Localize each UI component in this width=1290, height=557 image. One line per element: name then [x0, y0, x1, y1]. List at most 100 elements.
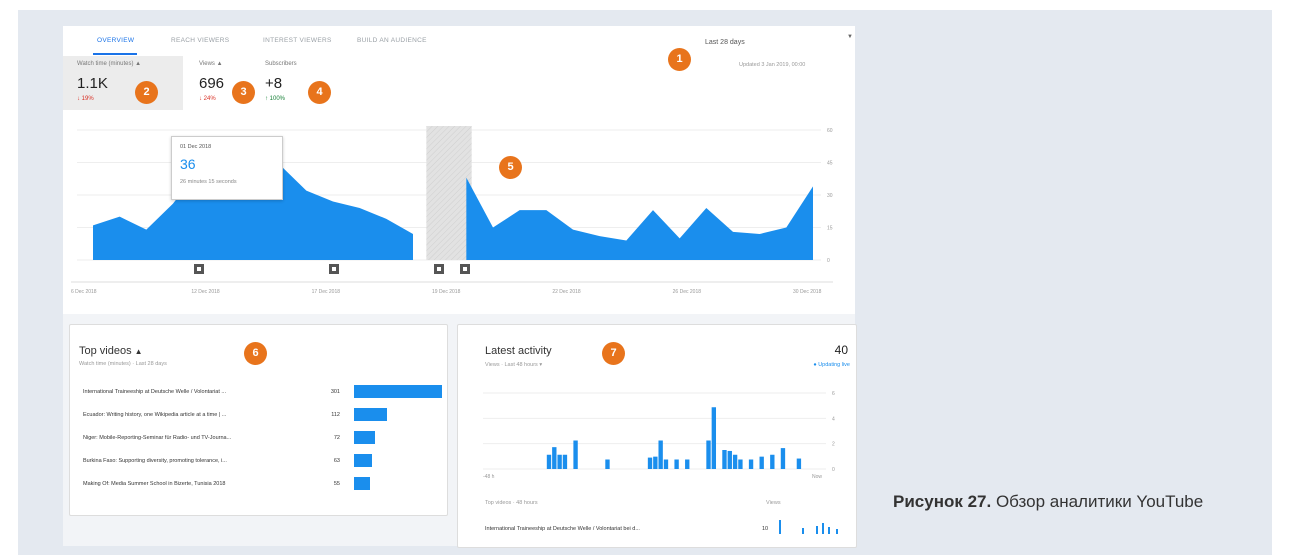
top-videos-subtitle: Watch time (minutes) · Last 28 days [79, 361, 167, 367]
top-video-title[interactable]: Burkina Faso: Supporting diversity, prom… [83, 458, 313, 464]
top-videos-title: Top videos ▲ [79, 345, 143, 357]
x-tick-label: Now [812, 474, 822, 480]
top-video-value: 55 [333, 481, 340, 487]
chevron-down-icon[interactable]: ▼ [847, 34, 853, 40]
metric-label: Watch time (minutes) ▲ [77, 61, 142, 67]
top-video-title[interactable]: International Traineeship at Deutsche We… [83, 389, 313, 395]
metric-value: 696 [199, 75, 225, 92]
video-marker-glyph [332, 267, 336, 271]
latest-activity-title: Latest activity [485, 345, 552, 357]
date-range-selector[interactable]: Last 28 days [705, 39, 745, 46]
activity-bar [658, 440, 663, 469]
activity-row-title[interactable]: International Traineeship at Deutsche We… [485, 526, 745, 532]
y-tick-label: 4 [832, 416, 835, 422]
top-video-value: 112 [331, 412, 340, 418]
annotation-badge-3: 3 [232, 81, 255, 104]
top-video-bar [354, 477, 371, 490]
activity-sparkline [779, 520, 838, 534]
x-tick-label: 26 Dec 2018 [673, 289, 702, 295]
x-tick-label: 30 Dec 2018 [793, 289, 822, 295]
activity-bar [770, 454, 775, 469]
activity-bar-chart: 6 4 2 0 -48 h Now [483, 391, 835, 480]
metric-delta: ↑ 100% [265, 96, 286, 102]
x-tick-label: 17 Dec 2018 [312, 289, 341, 295]
series-area [466, 177, 813, 260]
activity-bar [647, 457, 653, 469]
top-video-value: 72 [333, 435, 340, 441]
top-video-bar [354, 385, 442, 398]
annotation-badge-4: 4 [308, 81, 331, 104]
metric-subscribers[interactable]: Subscribers +8 ↑ 100% [251, 56, 321, 110]
activity-bar [711, 407, 717, 469]
activity-row-value: 10 [762, 526, 769, 532]
activity-bar [780, 448, 786, 469]
activity-views-header: Views [766, 500, 781, 506]
tab-interest-viewers[interactable]: INTEREST VIEWERS [263, 37, 332, 44]
activity-table-header: Top videos · 48 hours [485, 500, 538, 506]
activity-bar [732, 454, 738, 469]
top-video-bar [354, 454, 373, 467]
metric-value: 1.1K [77, 75, 108, 92]
metric-watch-time[interactable]: Watch time (minutes) ▲ 1.1K ↓ 19% [63, 56, 183, 110]
tab-bar: OVERVIEW REACH VIEWERS INTEREST VIEWERS … [63, 26, 855, 57]
x-tick-label: 12 Dec 2018 [191, 289, 220, 295]
tooltip-value: 36 [180, 156, 196, 172]
activity-metric-dropdown[interactable]: Views · Last 48 hours ▾ [485, 362, 542, 368]
metric-delta: ↓ 19% [77, 96, 94, 102]
activity-bar [759, 456, 764, 469]
top-video-title[interactable]: Niger: Mobile-Reporting-Seminar für Radi… [83, 435, 313, 441]
tab-reach-viewers[interactable]: REACH VIEWERS [171, 37, 229, 44]
tab-overview[interactable]: OVERVIEW [97, 37, 134, 44]
activity-bar [562, 454, 568, 469]
activity-bar [796, 458, 802, 469]
y-tick-label: 30 [827, 193, 833, 199]
activity-bar [546, 454, 552, 469]
y-tick-label: 15 [827, 226, 833, 232]
activity-bar [557, 454, 562, 469]
tooltip-detail: 26 minutes 15 seconds [180, 179, 237, 185]
activity-bar [727, 450, 732, 469]
metric-label: Views ▲ [199, 61, 223, 67]
y-tick-label: 60 [827, 128, 833, 134]
y-tick-label: 0 [832, 467, 835, 473]
video-marker-glyph [437, 267, 441, 271]
top-video-title[interactable]: Ecuador: Writing history, one Wikipedia … [83, 412, 313, 418]
annotation-badge-2: 2 [135, 81, 158, 104]
top-video-bar [354, 408, 387, 421]
caption-text: Обзор аналитики YouTube [991, 492, 1204, 511]
tab-build-audience[interactable]: BUILD AN AUDIENCE [357, 37, 427, 44]
y-tick-label: 45 [827, 161, 833, 167]
updated-timestamp: Updated 3 Jan 2019, 00:00 [739, 62, 806, 68]
activity-bar [573, 440, 578, 469]
tooltip-date: 01 Dec 2018 [180, 144, 212, 150]
analytics-screenshot: OVERVIEW REACH VIEWERS INTEREST VIEWERS … [63, 26, 857, 548]
activity-bar [748, 459, 754, 469]
caption-label: Рисунок 27. [893, 492, 992, 511]
activity-bar [663, 459, 669, 469]
annotation-badge-6: 6 [244, 342, 267, 365]
chart-tooltip: 01 Dec 2018 36 26 minutes 15 seconds [171, 136, 283, 200]
top-video-bar [354, 431, 376, 444]
video-marker-glyph [463, 267, 467, 271]
y-tick-label: 0 [827, 258, 830, 264]
triangle-up-icon: ▲ [135, 61, 142, 67]
live-legend: ● Updating live [813, 362, 850, 368]
highlight-region [426, 126, 472, 260]
y-tick-label: 6 [832, 391, 835, 397]
video-marker-glyph [197, 267, 201, 271]
x-tick-label: 22 Dec 2018 [552, 289, 581, 295]
x-tick-label: -48 h [483, 474, 495, 480]
annotation-badge-1: 1 [668, 48, 691, 71]
activity-bar [674, 459, 679, 469]
activity-bar [722, 450, 727, 469]
metric-value: +8 [265, 75, 283, 92]
annotation-badge-7: 7 [602, 342, 625, 365]
x-tick-label: 6 Dec 2018 [71, 289, 97, 295]
activity-count: 40 [834, 343, 848, 357]
top-video-value: 63 [333, 458, 340, 464]
activity-bar [706, 440, 711, 469]
top-video-title[interactable]: Making Of: Media Summer School in Bizert… [83, 481, 313, 487]
figure-caption: Рисунок 27. Обзор аналитики YouTube [893, 490, 1263, 514]
x-tick-label: 19 Dec 2018 [432, 289, 461, 295]
active-tab-indicator [93, 53, 137, 55]
